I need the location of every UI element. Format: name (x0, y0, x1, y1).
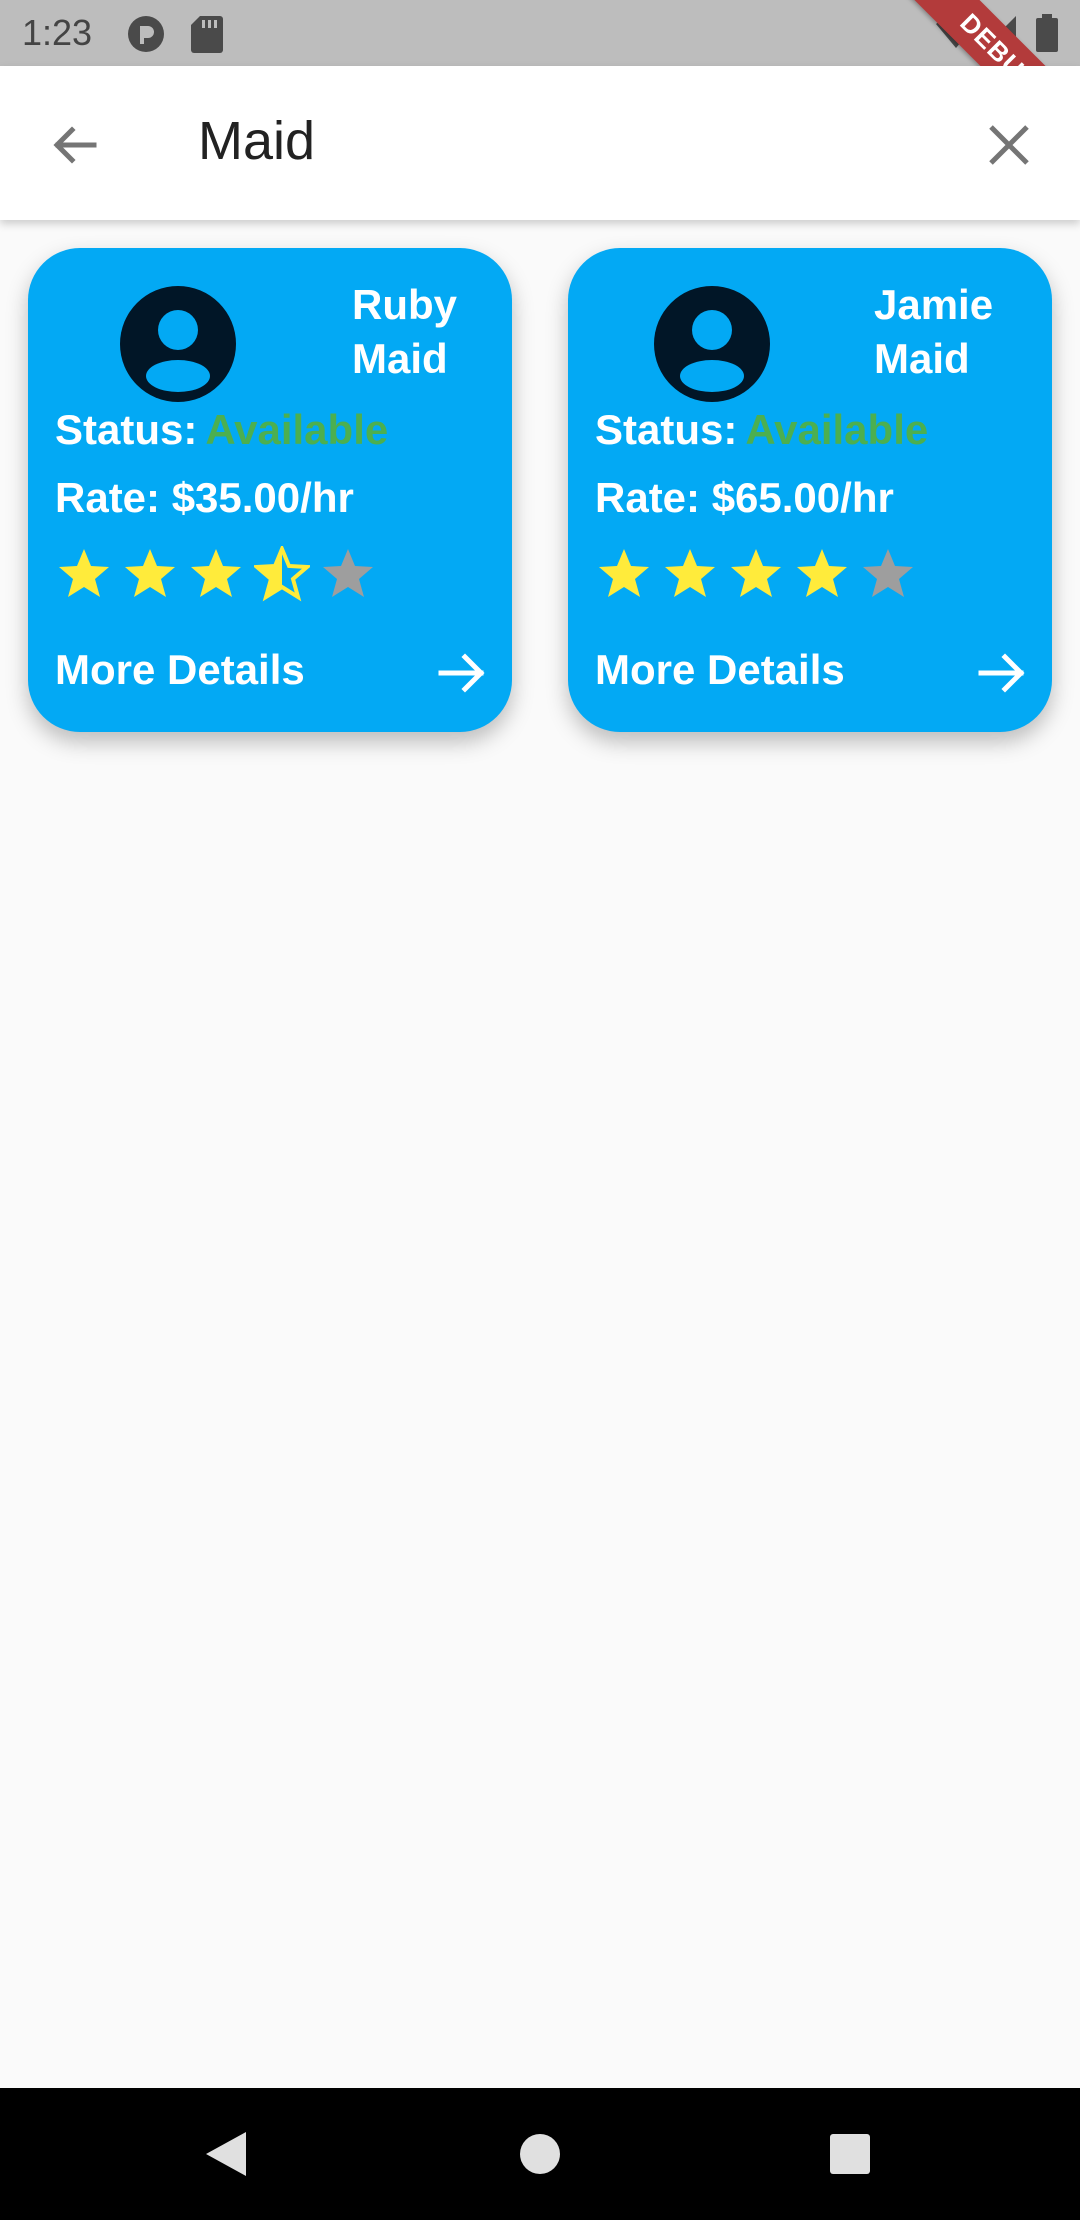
account-circle-icon (654, 286, 770, 402)
star-half-icon (254, 546, 310, 602)
star-filled-icon (59, 549, 109, 597)
arrow-forward-icon (438, 653, 485, 693)
more-details-arrow-button[interactable] (974, 644, 1032, 702)
more-details-link[interactable]: More Details (55, 646, 305, 694)
worker-name: Ruby Maid (352, 278, 457, 386)
nav-back-button[interactable] (198, 2126, 254, 2182)
nav-home-icon (520, 2134, 560, 2174)
status-label: Status: (55, 406, 198, 453)
back-button[interactable] (40, 110, 110, 180)
status-label: Status: (595, 406, 738, 453)
worker-card[interactable]: Ruby Maid Status: Available Rate: $35.00/… (28, 248, 512, 732)
star-filled-icon (797, 549, 847, 597)
notification-icon (126, 14, 166, 54)
worker-first-name: Jamie (874, 281, 994, 328)
star-rating (56, 546, 376, 602)
close-button[interactable] (974, 110, 1044, 180)
more-details-link[interactable]: More Details (595, 646, 845, 694)
app-bar: Maid (0, 66, 1080, 220)
star-empty-icon (863, 549, 913, 597)
status-value: Available (205, 406, 389, 453)
page-title: Maid (198, 111, 316, 171)
more-details-arrow-button[interactable] (434, 644, 492, 702)
worker-name: Jamie Maid (874, 278, 993, 386)
status-time: 1:23 (22, 12, 93, 53)
system-nav-bar (0, 2088, 1080, 2220)
worker-last-name: Maid (874, 335, 970, 382)
close-icon (989, 125, 1029, 165)
star-filled-icon (665, 549, 715, 597)
status-value: Available (745, 406, 929, 453)
arrow-forward-icon (978, 653, 1025, 693)
star-filled-icon (731, 549, 781, 597)
sd-card-icon (190, 14, 224, 54)
account-circle-icon (120, 286, 236, 402)
nav-recents-button[interactable] (822, 2126, 878, 2182)
star-rating (596, 546, 916, 602)
star-empty-icon (323, 549, 373, 597)
worker-last-name: Maid (352, 335, 448, 382)
star-filled-icon (599, 549, 649, 597)
worker-card[interactable]: Jamie Maid Status: Available Rate: $65.00… (568, 248, 1052, 732)
rate-text: Rate: $65.00/hr (595, 474, 894, 521)
status-line: Status: Available (55, 406, 388, 454)
status-bar: 1:23 DEBUG (0, 0, 1080, 66)
arrow-back-icon (53, 126, 97, 164)
star-filled-icon (191, 549, 241, 597)
rate-text: Rate: $35.00/hr (55, 474, 354, 521)
status-line: Status: Available (595, 406, 928, 454)
worker-first-name: Ruby (352, 281, 457, 328)
nav-back-icon (206, 2132, 246, 2176)
battery-icon (1036, 14, 1058, 52)
nav-recents-icon (830, 2134, 870, 2174)
nav-home-button[interactable] (512, 2126, 568, 2182)
star-filled-icon (125, 549, 175, 597)
